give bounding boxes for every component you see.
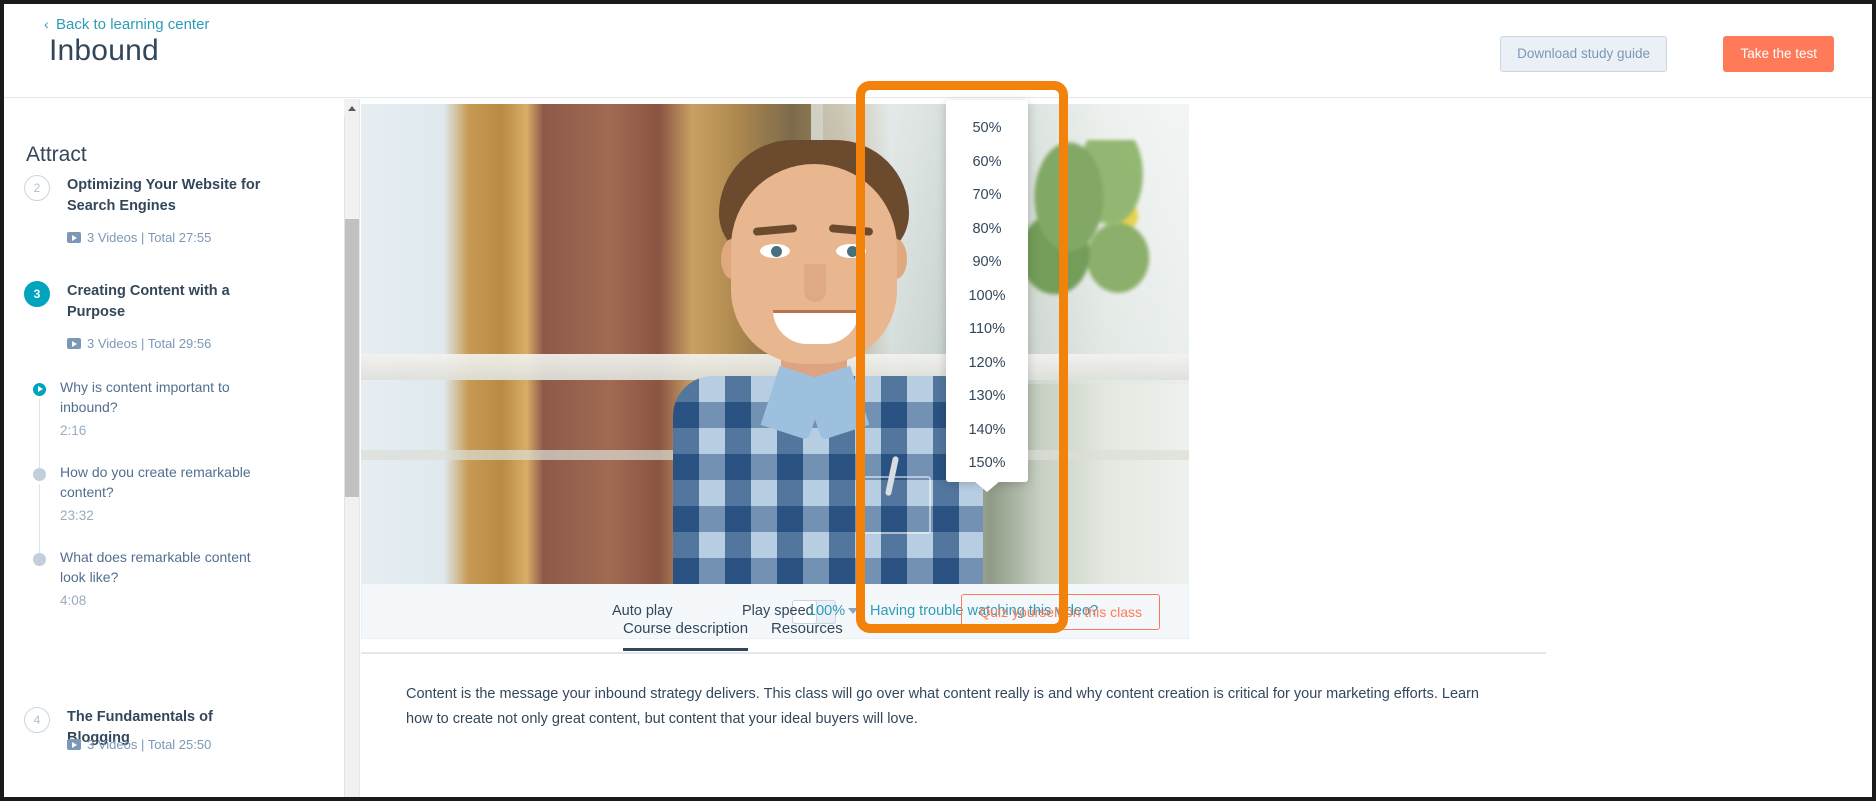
speed-option-50[interactable]: 50% bbox=[946, 112, 1028, 146]
class-number-badge: 2 bbox=[24, 175, 50, 201]
speed-option-80[interactable]: 80% bbox=[946, 213, 1028, 247]
speed-option-130[interactable]: 130% bbox=[946, 380, 1028, 414]
presenter-pocket bbox=[861, 476, 931, 534]
class-meta-text: 3 Videos | Total 29:56 bbox=[87, 336, 212, 351]
lesson-duration: 4:08 bbox=[60, 593, 87, 608]
speed-option-60[interactable]: 60% bbox=[946, 146, 1028, 180]
take-the-test-button[interactable]: Take the test bbox=[1723, 36, 1834, 72]
back-to-learning-center-link[interactable]: Back to learning center bbox=[56, 16, 209, 33]
video-icon bbox=[67, 739, 81, 750]
video-plant bbox=[1013, 140, 1153, 330]
speed-option-120[interactable]: 120% bbox=[946, 347, 1028, 381]
class-number-badge-active: 3 bbox=[24, 281, 50, 307]
lesson-duration: 23:32 bbox=[60, 508, 94, 523]
play-speed-label: Play speed bbox=[742, 603, 814, 619]
class-meta: 3 Videos | Total 29:56 bbox=[67, 336, 211, 351]
lesson-dot-icon bbox=[33, 468, 46, 481]
course-description-text: Content is the message your inbound stra… bbox=[406, 686, 1479, 727]
lesson-duration: 2:16 bbox=[60, 423, 87, 438]
class-title: Optimizing Your Website for Search Engin… bbox=[67, 177, 261, 214]
lesson-connector bbox=[39, 484, 40, 564]
lesson-title: How do you create remarkable content? bbox=[60, 464, 251, 501]
course-sidebar[interactable]: Attract 2 Optimizing Your Website for Se… bbox=[4, 99, 360, 797]
lesson-dot-icon bbox=[33, 553, 46, 566]
class-meta-text: 3 Videos | Total 27:55 bbox=[87, 230, 212, 245]
video-frame-image bbox=[361, 104, 1189, 584]
back-chevron-icon: ‹ bbox=[44, 16, 49, 32]
content-tabs: Course description Resources bbox=[361, 620, 1546, 654]
app-window: ‹ Back to learning center Inbound Downlo… bbox=[0, 0, 1876, 801]
class-title: Creating Content with a Purpose bbox=[67, 283, 230, 320]
tab-resources[interactable]: Resources bbox=[771, 620, 843, 648]
scroll-up-arrow-icon[interactable] bbox=[344, 99, 359, 116]
speed-option-90[interactable]: 90% bbox=[946, 246, 1028, 280]
video-presenter bbox=[661, 104, 991, 584]
auto-play-label: Auto play bbox=[612, 603, 673, 619]
tab-course-description[interactable]: Course description bbox=[623, 620, 749, 651]
page-title: Inbound bbox=[49, 34, 159, 67]
class-meta: 3 Videos | Total 27:55 bbox=[67, 230, 211, 245]
sidebar-scrollbar-thumb[interactable] bbox=[345, 219, 359, 497]
play-speed-dropdown-menu[interactable]: 50% 60% 70% 80% 90% 100% 110% 120% 130% … bbox=[946, 100, 1028, 492]
speed-option-150[interactable]: 150% bbox=[946, 447, 1028, 481]
video-player[interactable] bbox=[361, 104, 1189, 584]
video-icon bbox=[67, 232, 81, 243]
play-circle-icon bbox=[33, 383, 46, 396]
presenter-pupil-right bbox=[847, 246, 858, 257]
class-meta-text: 3 Videos | Total 25:50 bbox=[87, 737, 212, 752]
class-number-badge: 4 bbox=[24, 707, 50, 733]
speed-option-70[interactable]: 70% bbox=[946, 179, 1028, 213]
speed-option-110[interactable]: 110% bbox=[946, 313, 1028, 347]
sidebar-section-title: Attract bbox=[26, 143, 87, 166]
play-speed-value[interactable]: 100% bbox=[808, 603, 845, 619]
class-meta: 3 Videos | Total 25:50 bbox=[67, 737, 211, 752]
page-header: ‹ Back to learning center Inbound Downlo… bbox=[4, 4, 1872, 98]
lesson-title: Why is content important to inbound? bbox=[60, 379, 230, 416]
lesson-title: What does remarkable content look like? bbox=[60, 549, 251, 586]
presenter-pupil-left bbox=[771, 246, 782, 257]
video-icon bbox=[67, 338, 81, 349]
speed-option-100[interactable]: 100% bbox=[946, 280, 1028, 314]
download-study-guide-button[interactable]: Download study guide bbox=[1500, 36, 1667, 72]
quiz-yourself-button[interactable]: Quiz yourself on this class bbox=[961, 594, 1160, 630]
sidebar-content: Attract 2 Optimizing Your Website for Se… bbox=[4, 99, 344, 797]
speed-option-140[interactable]: 140% bbox=[946, 414, 1028, 448]
chevron-down-icon[interactable] bbox=[848, 608, 858, 614]
presenter-nose bbox=[804, 264, 826, 302]
lesson-connector bbox=[39, 399, 40, 479]
